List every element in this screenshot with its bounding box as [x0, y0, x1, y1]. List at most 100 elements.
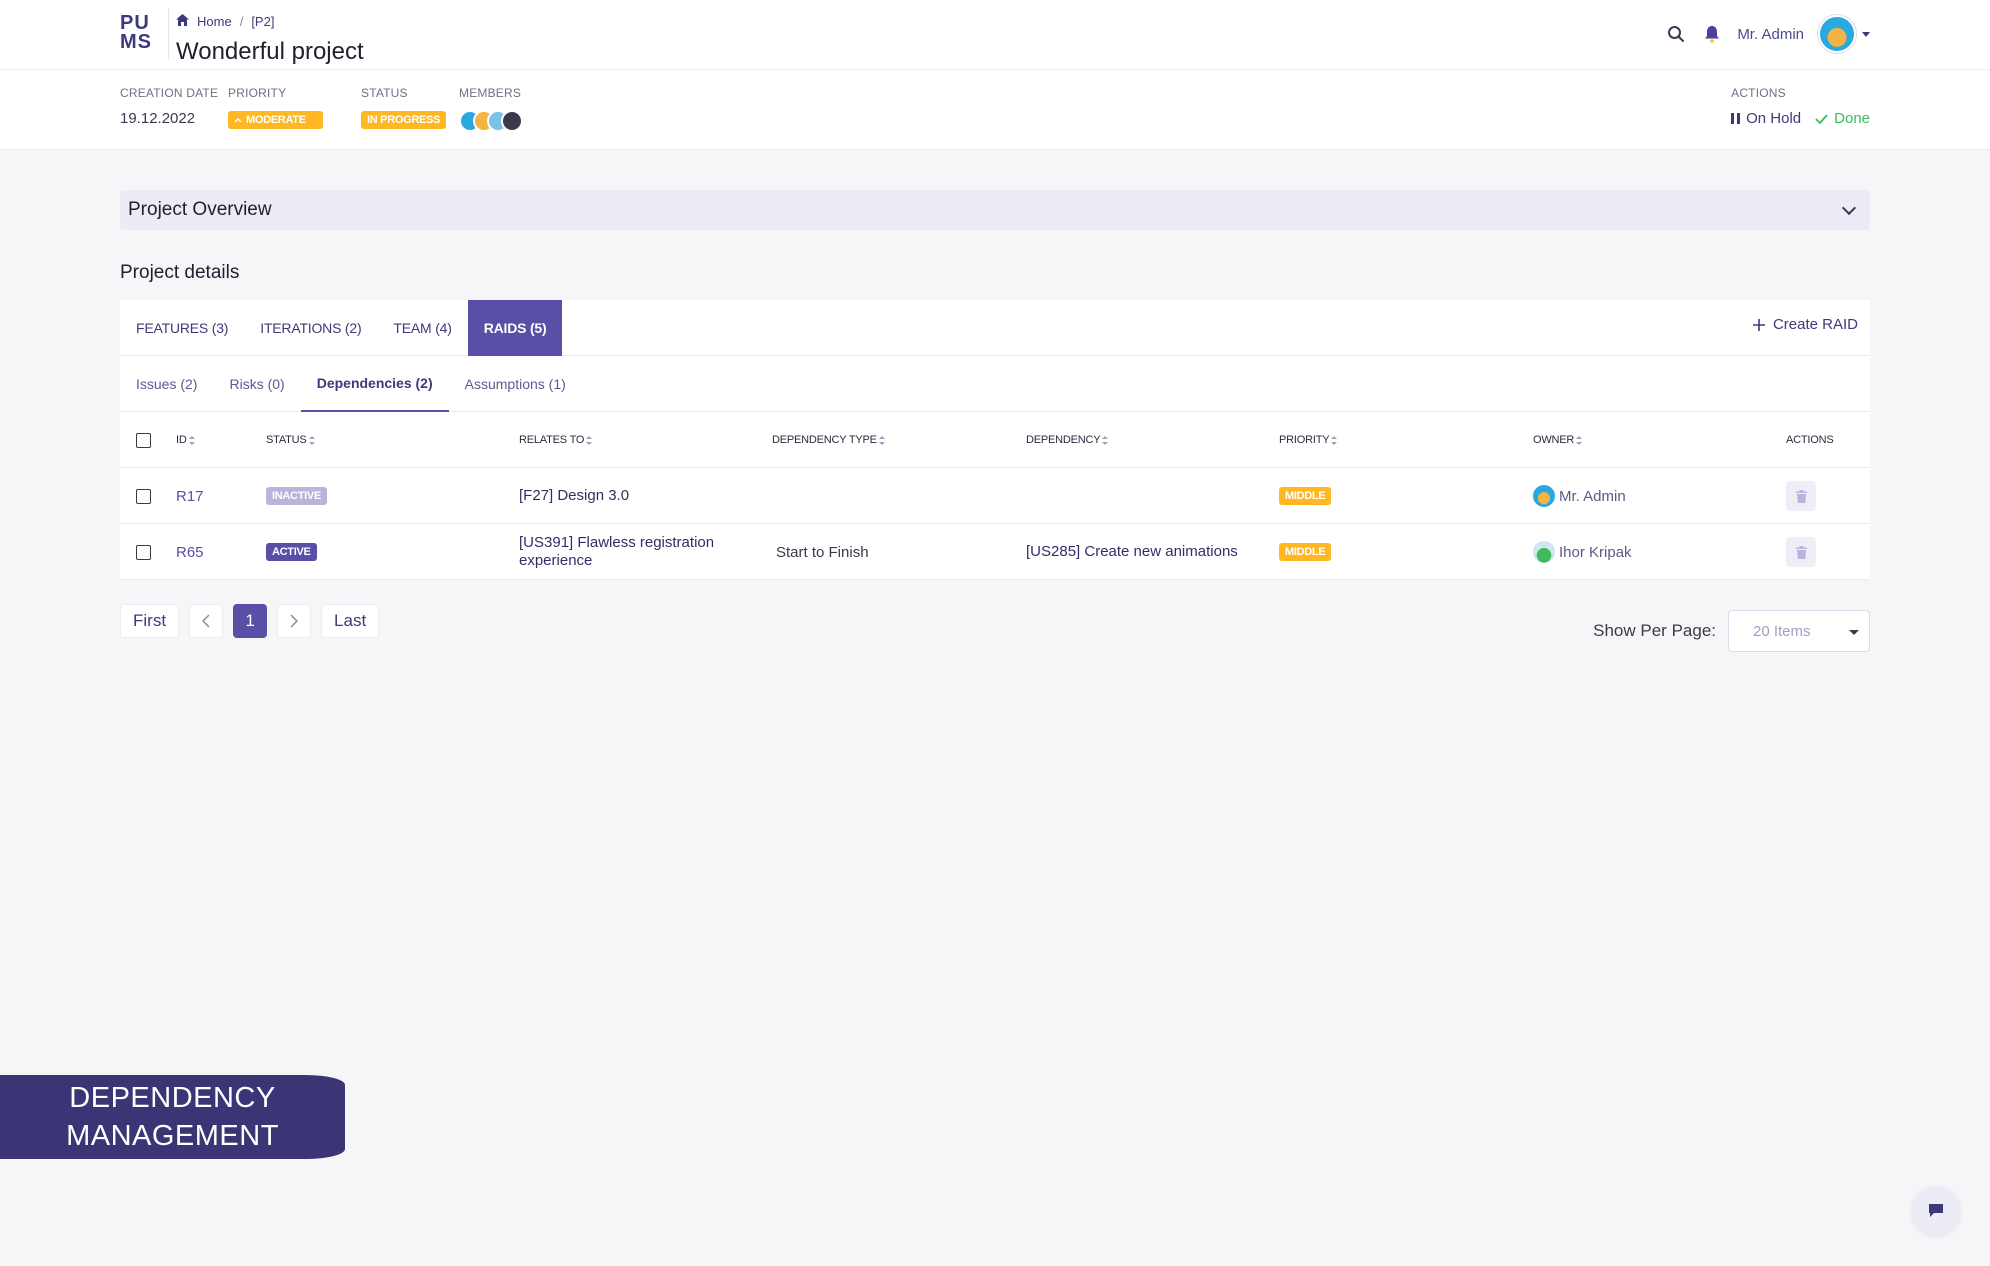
pause-icon: [1731, 113, 1741, 124]
member-avatar[interactable]: [501, 110, 523, 132]
top-bar: PUMS Home / [P2] Wonderful project Mr. A…: [0, 0, 1990, 70]
sort-icon: [586, 435, 593, 445]
on-hold-button[interactable]: On Hold: [1731, 110, 1801, 127]
row-checkbox[interactable]: [136, 544, 151, 560]
last-page-button[interactable]: Last: [321, 604, 380, 638]
chat-button[interactable]: [1912, 1186, 1960, 1234]
status-field: STATUS IN PROGRESS: [361, 86, 447, 129]
breadcrumb: Home / [P2]: [176, 14, 274, 29]
main-tabs: FEATURES (3) ITERATIONS (2) TEAM (4) RAI…: [120, 300, 1870, 356]
row-dependency[interactable]: [US285] Create new animations: [1026, 524, 1238, 580]
check-icon: [1815, 113, 1828, 124]
column-relates-to-label: RELATES TO: [519, 434, 585, 446]
home-icon[interactable]: [176, 14, 189, 29]
row-priority-badge: MIDDLE: [1279, 487, 1332, 505]
priority-field: PRIORITY MODERATE: [228, 86, 323, 129]
project-overview-title: Project Overview: [128, 199, 272, 220]
actions-label: ACTIONS: [1731, 86, 1786, 100]
owner-avatar: [1533, 485, 1555, 507]
header-actions: Mr. Admin: [1665, 14, 1870, 54]
subtab-dependencies[interactable]: Dependencies (2): [300, 356, 449, 412]
chevron-up-icon: [234, 117, 242, 123]
status-badge[interactable]: IN PROGRESS: [361, 111, 447, 129]
row-dependency-type: Start to Finish: [776, 543, 869, 561]
sort-icon: [878, 435, 885, 445]
table-row[interactable]: R17 INACTIVE [F27] Design 3.0 MIDDLE Mr.…: [120, 468, 1870, 524]
column-actions: ACTIONS: [1786, 412, 1834, 468]
row-relates-to[interactable]: [US391] Flawless registration experience: [519, 524, 749, 580]
bell-icon[interactable]: [1701, 23, 1723, 45]
row-id[interactable]: R65: [176, 524, 204, 580]
create-raid-button[interactable]: Create RAID: [1752, 316, 1858, 333]
raids-panel: FEATURES (3) ITERATIONS (2) TEAM (4) RAI…: [120, 300, 1870, 580]
subtab-assumptions[interactable]: Assumptions (1): [449, 356, 582, 412]
per-page-value: 20 Items: [1753, 622, 1811, 640]
row-priority-badge: MIDDLE: [1279, 543, 1332, 561]
done-button[interactable]: Done: [1815, 110, 1870, 127]
row-checkbox[interactable]: [136, 488, 151, 504]
logo-divider: [168, 8, 169, 60]
trash-icon: [1795, 545, 1807, 559]
chevron-down-icon[interactable]: [1862, 31, 1870, 37]
page-number-button[interactable]: 1: [233, 604, 268, 638]
feature-banner: DEPENDENCY MANAGEMENT: [0, 1075, 345, 1159]
search-icon[interactable]: [1665, 23, 1687, 45]
chevron-right-icon: [290, 614, 299, 628]
row-owner[interactable]: Ihor Kripak: [1533, 524, 1632, 580]
breadcrumb-current[interactable]: [P2]: [251, 14, 274, 29]
row-owner[interactable]: Mr. Admin: [1533, 468, 1626, 524]
delete-button[interactable]: [1786, 537, 1816, 567]
column-owner[interactable]: OWNER: [1533, 412, 1583, 468]
per-page-label: Show Per Page:: [1593, 621, 1716, 640]
owner-name: Mr. Admin: [1559, 487, 1626, 505]
tab-raids[interactable]: RAIDS (5): [467, 300, 563, 356]
sort-icon: [1576, 435, 1583, 445]
per-page-control: Show Per Page: 20 Items: [1593, 610, 1870, 652]
tab-features[interactable]: FEATURES (3): [120, 300, 244, 356]
select-all-checkbox[interactable]: [136, 432, 151, 448]
tab-iterations[interactable]: ITERATIONS (2): [244, 300, 377, 356]
per-page-select[interactable]: 20 Items: [1728, 610, 1870, 652]
first-page-button[interactable]: First: [120, 604, 180, 638]
sort-icon: [188, 435, 195, 445]
priority-badge[interactable]: MODERATE: [228, 111, 323, 129]
project-overview-accordion[interactable]: Project Overview: [120, 190, 1870, 230]
row-relates-to[interactable]: [F27] Design 3.0: [519, 468, 749, 524]
breadcrumb-home-link[interactable]: Home: [197, 14, 232, 29]
delete-button[interactable]: [1786, 481, 1816, 511]
banner-line-1: DEPENDENCY: [69, 1082, 276, 1114]
user-name[interactable]: Mr. Admin: [1737, 26, 1804, 43]
on-hold-label: On Hold: [1746, 110, 1802, 127]
subtab-risks[interactable]: Risks (0): [213, 356, 300, 412]
column-dependency-type[interactable]: DEPENDENCY TYPE: [772, 412, 885, 468]
prev-page-button[interactable]: [189, 604, 224, 638]
column-actions-label: ACTIONS: [1786, 434, 1834, 446]
column-relates-to[interactable]: RELATES TO: [519, 412, 593, 468]
user-avatar[interactable]: [1818, 15, 1856, 53]
members-avatars[interactable]: [459, 110, 523, 132]
pagination: First 1 Last: [120, 604, 380, 638]
row-id[interactable]: R17: [176, 468, 204, 524]
tab-team[interactable]: TEAM (4): [377, 300, 467, 356]
sort-icon: [308, 435, 315, 445]
column-id-label: ID: [176, 434, 187, 446]
app-logo[interactable]: PUMS: [120, 13, 162, 56]
table-row[interactable]: R65 ACTIVE [US391] Flawless registration…: [120, 524, 1870, 580]
next-page-button[interactable]: [277, 604, 312, 638]
members-label: MEMBERS: [459, 86, 522, 100]
chevron-down-icon[interactable]: [1841, 200, 1857, 216]
column-priority[interactable]: PRIORITY: [1279, 412, 1338, 468]
column-dependency[interactable]: DEPENDENCY: [1026, 412, 1109, 468]
owner-avatar: [1533, 541, 1555, 563]
column-status[interactable]: STATUS: [266, 412, 315, 468]
subtab-issues[interactable]: Issues (2): [120, 356, 213, 412]
column-id[interactable]: ID: [176, 412, 195, 468]
column-owner-label: OWNER: [1533, 434, 1575, 446]
trash-icon: [1795, 489, 1807, 503]
row-status-badge: INACTIVE: [266, 487, 327, 505]
chevron-left-icon: [202, 614, 210, 628]
raid-subtabs: Issues (2) Risks (0) Dependencies (2) As…: [120, 356, 1870, 412]
column-dependency-label: DEPENDENCY: [1026, 434, 1101, 446]
row-status-badge: ACTIVE: [266, 543, 317, 561]
priority-value: MODERATE: [246, 114, 306, 126]
